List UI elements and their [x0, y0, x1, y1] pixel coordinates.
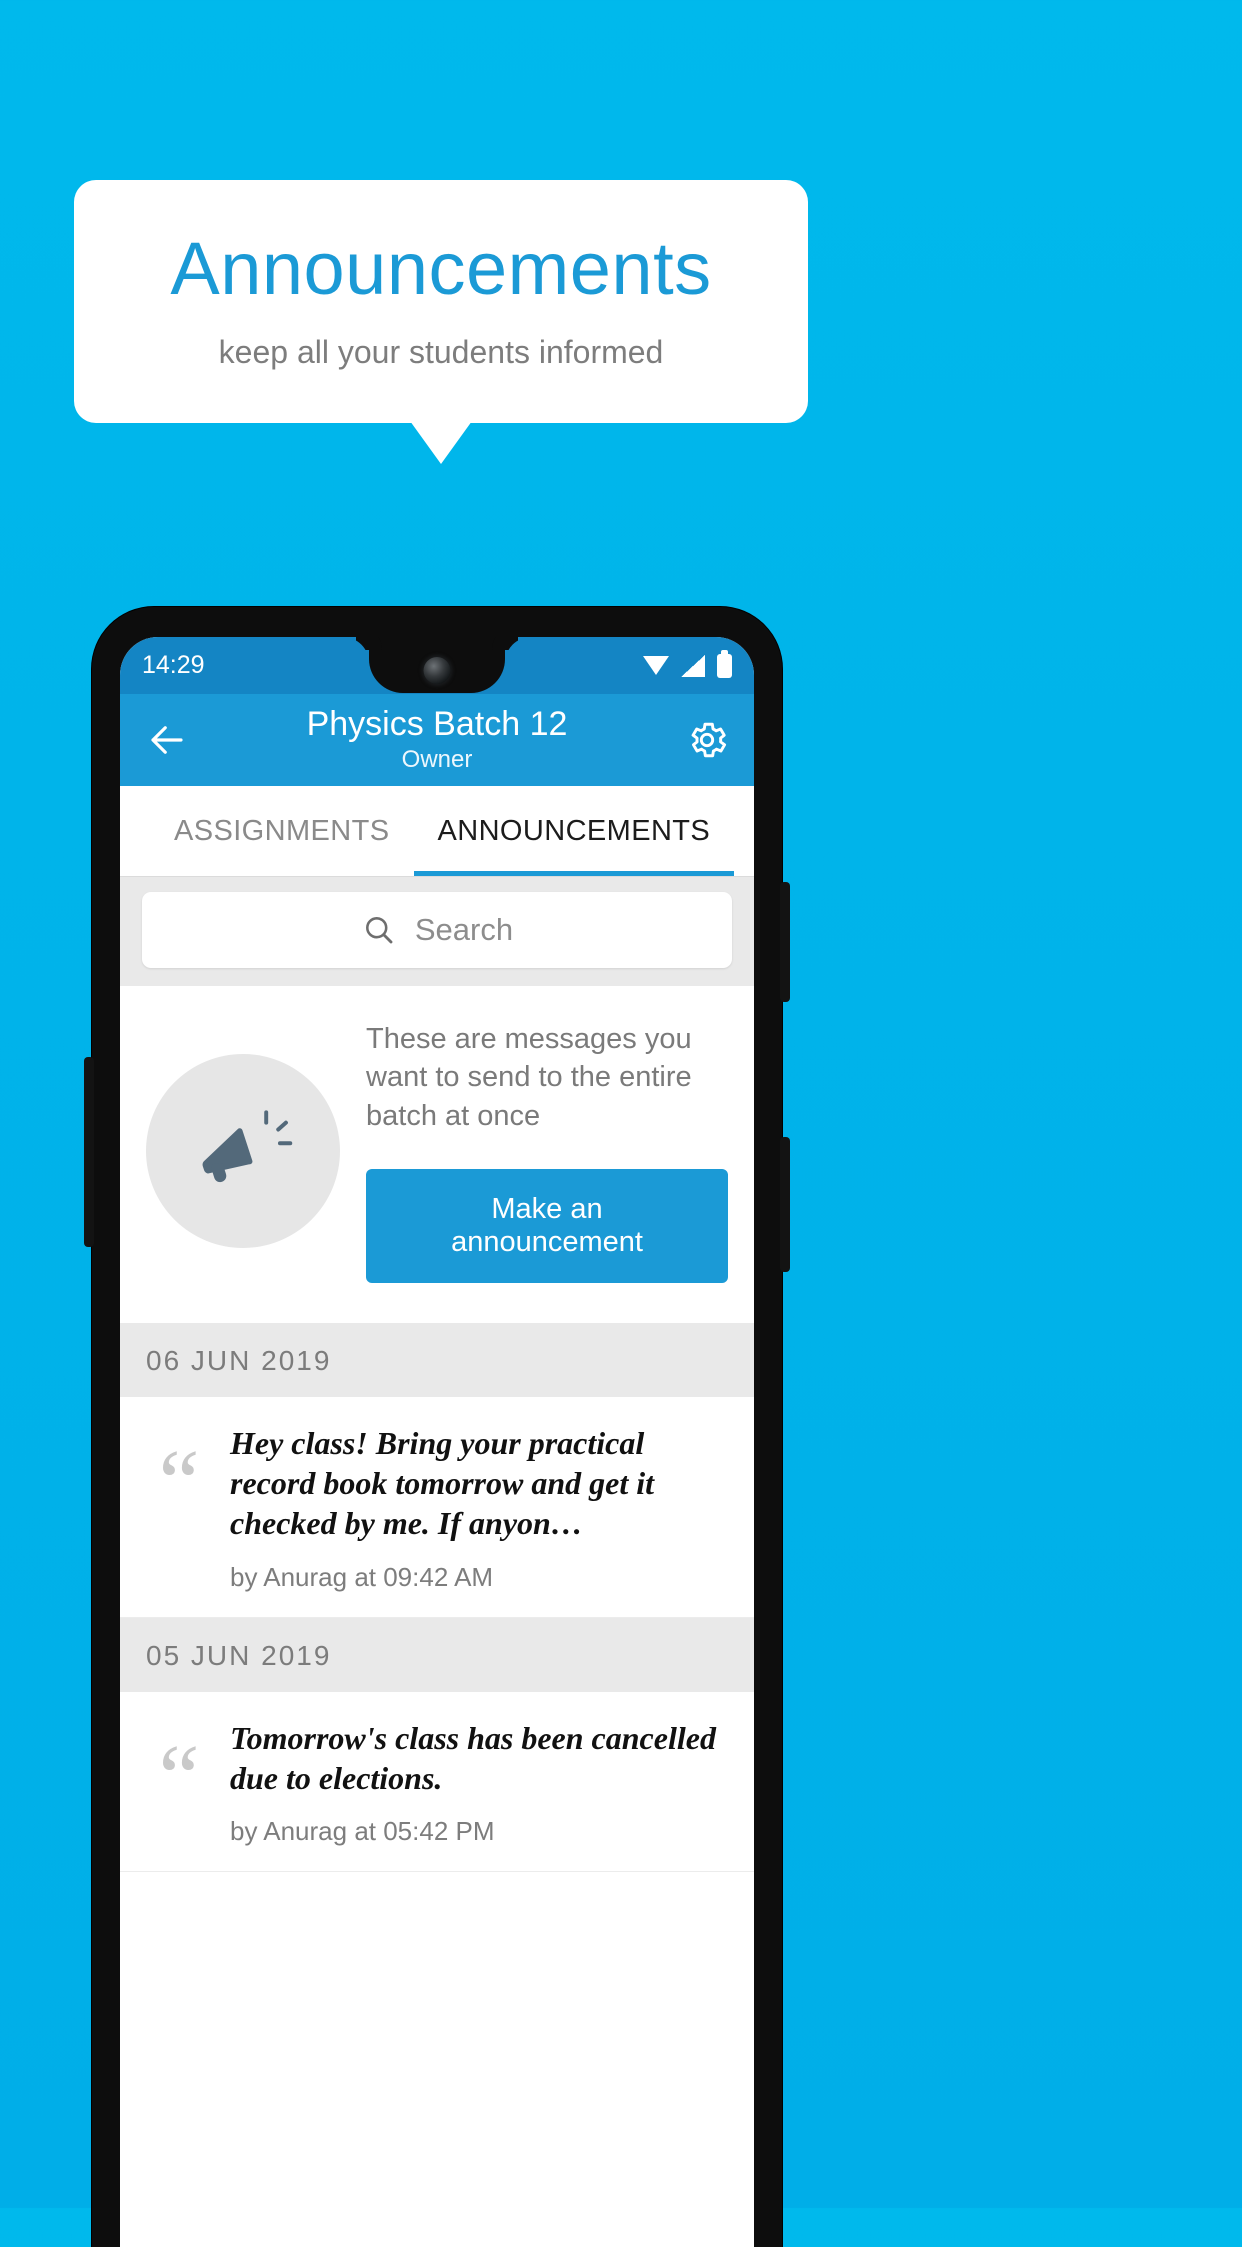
status-bar-time: 14:29 — [142, 651, 205, 679]
front-camera-icon — [423, 657, 451, 684]
quote-icon: “ — [158, 1725, 200, 1828]
quote-icon: “ — [158, 1430, 200, 1533]
search-placeholder: Search — [414, 912, 514, 947]
phone-screen: 14:29 Physics Batch 12 Owner ASSIGNMENTS… — [120, 637, 754, 2247]
wifi-icon — [643, 656, 669, 675]
tab-tests[interactable]: TESTS — [734, 786, 754, 876]
bubble-tail — [410, 421, 472, 464]
back-button[interactable] — [140, 713, 194, 767]
gear-icon — [691, 722, 727, 758]
app-bar-subtitle: Owner — [401, 745, 473, 773]
promo-card: These are messages you want to send to t… — [120, 986, 754, 1323]
phone-mockup: 14:29 Physics Batch 12 Owner ASSIGNMENTS… — [84, 607, 790, 2247]
app-bar-titles: Physics Batch 12 Owner — [120, 705, 754, 775]
app-bar: Physics Batch 12 Owner — [120, 694, 754, 786]
settings-button[interactable] — [680, 713, 734, 767]
date-header: 05 JUN 2019 — [120, 1617, 754, 1692]
page-title: Announcements — [170, 227, 712, 310]
announcement-meta: by Anurag at 09:42 AM — [230, 1561, 494, 1592]
hero-callout-bubble: Announcements keep all your students inf… — [74, 180, 808, 423]
signal-icon — [681, 654, 705, 677]
page-subtitle: keep all your students informed — [218, 334, 664, 370]
date-header: 06 JUN 2019 — [120, 1322, 754, 1397]
phone-notch — [369, 637, 505, 693]
arrow-left-icon — [151, 726, 183, 754]
announcement-body: Tomorrow's class has been cancelled due … — [230, 1718, 728, 1848]
announcement-meta: by Anurag at 05:42 PM — [230, 1816, 495, 1847]
status-bar: 14:29 — [120, 637, 754, 694]
announcement-item[interactable]: “ Hey class! Bring your practical record… — [120, 1396, 754, 1618]
make-announcement-button[interactable]: Make an announcement — [366, 1168, 728, 1283]
promo-icon-circle — [146, 1054, 340, 1249]
promo-content: These are messages you want to send to t… — [366, 1020, 728, 1283]
search-icon — [365, 917, 393, 944]
phone-button-left[interactable] — [84, 1057, 94, 1247]
announcement-body: Hey class! Bring your practical record b… — [230, 1423, 728, 1593]
phone-button-right-2[interactable] — [780, 1137, 790, 1272]
status-bar-icons — [643, 649, 732, 678]
search-section: Search — [120, 876, 754, 986]
announcement-item[interactable]: “ Tomorrow's class has been cancelled du… — [120, 1691, 754, 1873]
phone-button-right-1[interactable] — [780, 882, 790, 1002]
megaphone-icon — [202, 1110, 293, 1183]
announcement-text: Tomorrow's class has been cancelled due … — [230, 1719, 716, 1797]
tab-bar[interactable]: ASSIGNMENTS ANNOUNCEMENTS TESTS ’ — [120, 786, 754, 876]
announcement-text: Hey class! Bring your practical record b… — [230, 1424, 655, 1542]
app-bar-title: Physics Batch 12 — [306, 704, 568, 743]
search-input[interactable]: Search — [142, 892, 732, 968]
tab-announcements[interactable]: ANNOUNCEMENTS — [413, 786, 735, 876]
battery-icon — [717, 649, 732, 678]
tab-assignments[interactable]: ASSIGNMENTS — [150, 786, 414, 876]
promo-description: These are messages you want to send to t… — [366, 1023, 692, 1132]
